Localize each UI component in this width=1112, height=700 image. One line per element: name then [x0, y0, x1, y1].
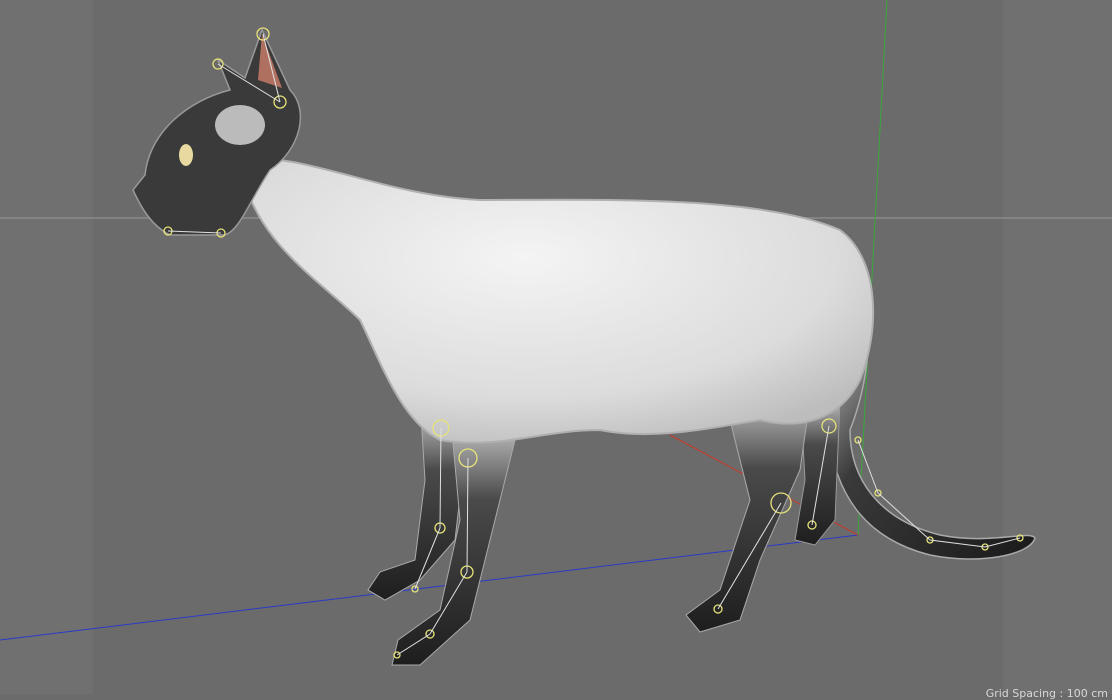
safe-frame-right	[1003, 0, 1112, 694]
cat-head-highlight	[215, 105, 265, 145]
viewport-canvas[interactable]	[0, 0, 1112, 694]
3d-viewport[interactable]: Grid Spacing : 100 cm	[0, 0, 1112, 700]
safe-frame-left	[0, 0, 93, 694]
cat-eye	[179, 144, 193, 166]
